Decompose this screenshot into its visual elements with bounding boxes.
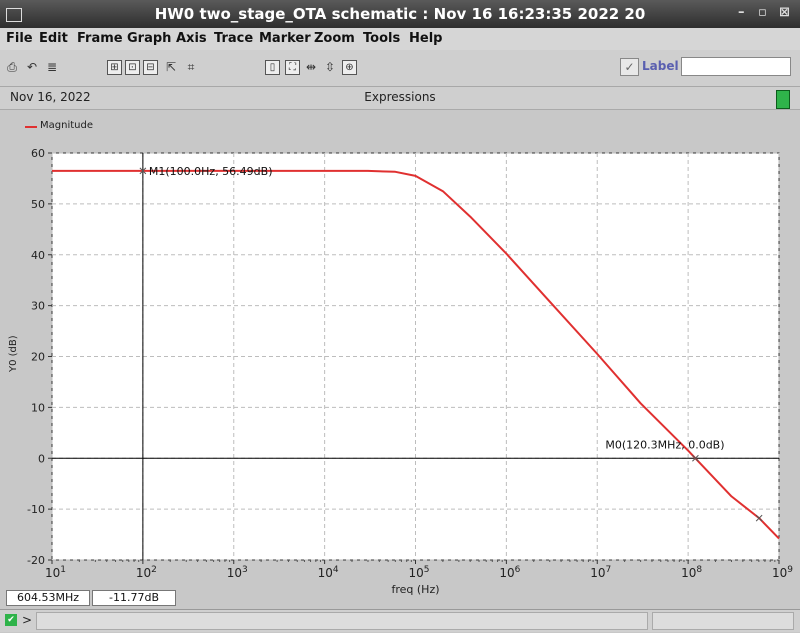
menu-edit[interactable]: Edit [39, 31, 68, 46]
app-window: HW0 two_stage_OTA schematic : Nov 16 16:… [0, 0, 800, 633]
y-axis-label: Y0 (dB) [8, 335, 19, 372]
command-prompt: > [22, 613, 33, 627]
restore-button[interactable]: ▫ [758, 5, 767, 20]
close-button[interactable]: ⊠ [779, 5, 790, 20]
zoom-y-icon[interactable]: ⇳ [322, 59, 338, 75]
legend-label[interactable]: Magnitude [40, 120, 93, 131]
y-readout: -11.77dB [92, 590, 176, 606]
menu-marker[interactable]: Marker [259, 31, 311, 46]
zoom-x-icon[interactable]: ⇹ [303, 59, 319, 75]
graph-tool-icon[interactable]: ⌗ [183, 59, 199, 75]
menu-frame[interactable]: Frame [77, 31, 123, 46]
toolbar: ⎙ ↶ ≣ ⊞ ⊡ ⊟ ⇱ ⌗ ▯ ⛶ ⇹ ⇳ ⊕ [0, 50, 800, 87]
status-bar: ✔ > [0, 609, 800, 632]
command-input[interactable] [36, 612, 648, 630]
expressions-title: Expressions [364, 90, 436, 104]
menu-help[interactable]: Help [409, 31, 442, 46]
graph-tool-icon[interactable]: ⊟ [143, 60, 158, 75]
title-bar: HW0 two_stage_OTA schematic : Nov 16 16:… [0, 0, 800, 28]
undo-icon[interactable]: ↶ [24, 59, 40, 75]
menu-trace[interactable]: Trace [214, 31, 253, 46]
graph-tool-icon[interactable]: ⊞ [107, 60, 122, 75]
label-input[interactable] [681, 57, 791, 76]
menu-graph[interactable]: Graph [127, 31, 171, 46]
zoom-icon[interactable]: ▯ [265, 60, 280, 75]
graph-header: Nov 16, 2022 Expressions [0, 87, 800, 110]
fit-icon[interactable]: ⛶ [285, 60, 300, 75]
minimize-button[interactable]: – [738, 5, 745, 20]
zoom-box-icon[interactable]: ⊕ [342, 60, 357, 75]
menu-file[interactable]: File [6, 31, 33, 46]
label-caption: Label [642, 59, 679, 73]
plot-area[interactable] [0, 110, 800, 588]
x-readout: 604.53MHz [6, 590, 90, 606]
status-ok-icon: ✔ [5, 614, 17, 626]
status-field [652, 612, 794, 630]
graph-tool-icon[interactable]: ⊡ [125, 60, 140, 75]
menu-bar: File Edit Frame Graph Axis Trace Marker … [0, 28, 800, 50]
panel-toggle-button[interactable] [776, 90, 790, 109]
legend-swatch [25, 126, 37, 128]
window-title: HW0 two_stage_OTA schematic : Nov 16 16:… [154, 5, 646, 23]
menu-axis[interactable]: Axis [176, 31, 207, 46]
menu-tools[interactable]: Tools [363, 31, 400, 46]
table-icon[interactable]: ≣ [44, 59, 60, 75]
menu-zoom[interactable]: Zoom [314, 31, 355, 46]
graph-tool-icon[interactable]: ⇱ [163, 59, 179, 75]
label-checkbox[interactable]: ✓ [620, 58, 639, 76]
print-icon[interactable]: ⎙ [4, 59, 20, 75]
